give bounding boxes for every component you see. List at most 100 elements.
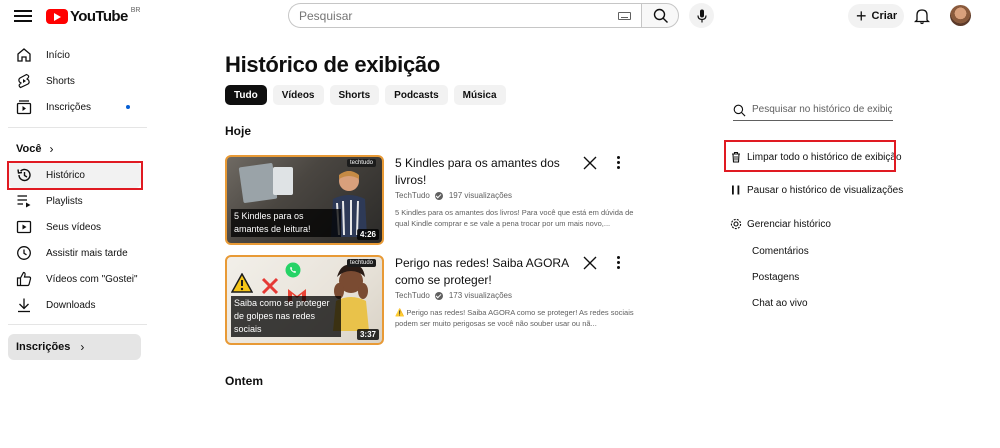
sidebar-divider (8, 127, 147, 128)
video-title[interactable]: Perigo nas redes! Saiba AGORA como se pr… (395, 255, 575, 289)
you-header-label: Você (16, 143, 42, 155)
channel-name[interactable]: TechTudo (395, 291, 430, 300)
youtube-logo[interactable]: YouTube BR (46, 6, 141, 25)
notifications-bell-icon[interactable] (914, 7, 930, 25)
sidebar-item-playlists[interactable]: Playlists (8, 188, 141, 214)
warning-icon (231, 273, 253, 293)
video-thumbnail[interactable]: techtudo 5 Kindles para os amantes de le… (225, 155, 384, 245)
like-icon (16, 271, 32, 287)
view-count: 173 visualizações (448, 291, 512, 300)
gear-icon (730, 218, 742, 230)
video-thumbnail[interactable]: techtudo Saiba como se proteger de golpe… (225, 255, 384, 345)
video-item: techtudo Saiba como se proteger de golpe… (225, 255, 635, 345)
sidebar-item-label: Início (46, 49, 70, 61)
user-avatar[interactable] (950, 5, 971, 26)
thumbnail-brand-tag: techtudo (346, 159, 376, 167)
pause-history-button[interactable]: Pausar o histórico de visualizações (730, 180, 903, 200)
plus-icon: + (856, 6, 867, 26)
video-duration: 4:26 (356, 229, 379, 240)
hamburger-menu-icon[interactable] (14, 8, 32, 24)
sidebar-item-shorts[interactable]: Shorts (8, 68, 141, 94)
subscriptions-icon (16, 100, 32, 115)
subscriptions-header-label: Inscrições (16, 341, 71, 353)
chip-musica[interactable]: Música (453, 85, 506, 105)
search-input[interactable] (299, 8, 599, 23)
kindle-device-image (273, 167, 293, 195)
chip-tudo[interactable]: Tudo (225, 85, 267, 105)
page-title: Histórico de exibição (225, 52, 440, 77)
kindle-device-image (238, 162, 278, 204)
chevron-right-icon: › (49, 142, 54, 156)
sidebar-item-videos-com-gostei[interactable]: Vídeos com "Gostei" (8, 266, 141, 292)
chip-videos[interactable]: Vídeos (272, 85, 324, 105)
manage-history-button[interactable]: Gerenciar histórico (730, 214, 831, 234)
download-icon (18, 298, 30, 313)
highlight-box-clear-history (724, 140, 896, 172)
home-icon (17, 48, 31, 62)
highlight-box-history (7, 161, 143, 190)
manage-history-label: Gerenciar histórico (747, 218, 831, 230)
video-title[interactable]: 5 Kindles para os amantes dos livros! (395, 155, 575, 189)
sidebar-item-label: Shorts (46, 75, 75, 87)
voice-search-button[interactable] (689, 3, 714, 28)
whatsapp-icon (285, 262, 301, 278)
verified-check-icon (434, 291, 443, 300)
section-title-today: Hoje (225, 124, 252, 138)
thumbnail-brand-tag: techtudo (346, 259, 376, 267)
playlist-icon (17, 195, 31, 208)
view-count: 197 visualizações (448, 191, 512, 200)
video-description: ⚠️ Perigo nas redes! Saiba AGORA como se… (395, 308, 634, 328)
new-content-dot (126, 105, 130, 109)
sidebar-divider (8, 324, 147, 325)
search-button[interactable] (641, 3, 679, 28)
watch-later-icon (17, 246, 31, 260)
keyboard-icon[interactable] (618, 12, 631, 20)
sidebar-item-downloads[interactable]: Downloads (8, 292, 141, 318)
sidebar-subscriptions-header[interactable]: Inscrições › (8, 334, 141, 360)
manage-live-chat-link[interactable]: Chat ao vivo (752, 298, 808, 309)
search-icon (653, 8, 668, 23)
video-item: techtudo 5 Kindles para os amantes de le… (225, 155, 635, 245)
sidebar-item-inicio[interactable]: Início (8, 42, 141, 68)
logo-text: YouTube (70, 7, 128, 25)
youtube-play-icon (46, 8, 68, 24)
shorts-icon (18, 73, 30, 89)
manage-comments-link[interactable]: Comentários (752, 246, 809, 257)
chip-shorts[interactable]: Shorts (329, 85, 380, 105)
manage-posts-link[interactable]: Postagens (752, 272, 799, 283)
video-meta: TechTudo 173 visualizações (395, 291, 512, 300)
filter-chips: Tudo Vídeos Shorts Podcasts Música (225, 85, 506, 105)
pause-icon (732, 185, 740, 195)
sidebar-item-label: Playlists (46, 195, 83, 207)
sidebar-item-label: Inscrições (46, 101, 92, 113)
history-search-input[interactable] (752, 104, 892, 115)
chevron-right-icon: › (80, 340, 85, 354)
logo-country-code: BR (130, 6, 141, 14)
pause-history-label: Pausar o histórico de visualizações (747, 184, 904, 196)
sidebar-item-label: Vídeos com "Gostei" (46, 273, 138, 285)
your-videos-icon (16, 220, 32, 234)
sidebar-item-seus-videos[interactable]: Seus vídeos (8, 214, 141, 240)
create-label: Criar (871, 10, 898, 22)
chip-podcasts[interactable]: Podcasts (385, 85, 448, 105)
more-options-icon[interactable] (616, 256, 622, 270)
search-icon (733, 104, 746, 117)
history-search-box (733, 101, 893, 121)
create-button[interactable]: + Criar (848, 4, 904, 28)
sidebar-item-label: Downloads (46, 299, 96, 311)
section-title-yesterday: Ontem (225, 374, 264, 388)
remove-from-history-icon[interactable] (582, 155, 598, 171)
video-meta: TechTudo 197 visualizações (395, 191, 512, 200)
search-box (288, 3, 641, 28)
video-duration: 3:37 (356, 329, 379, 340)
remove-from-history-icon[interactable] (582, 255, 598, 271)
sidebar-item-assistir-mais-tarde[interactable]: Assistir mais tarde (8, 240, 141, 266)
sidebar-item-inscricoes[interactable]: Inscrições (8, 94, 141, 120)
thumbnail-caption: 5 Kindles para os amantes de leitura! (231, 209, 341, 237)
more-options-icon[interactable] (616, 156, 622, 170)
thumbnail-caption: Saiba como se proteger de golpes nas red… (231, 296, 341, 337)
channel-name[interactable]: TechTudo (395, 191, 430, 200)
video-description: 5 Kindles para os amantes dos livros! Pa… (395, 208, 634, 228)
sidebar-item-label: Seus vídeos (46, 221, 102, 233)
sidebar-you-header[interactable]: Você › (16, 142, 53, 156)
